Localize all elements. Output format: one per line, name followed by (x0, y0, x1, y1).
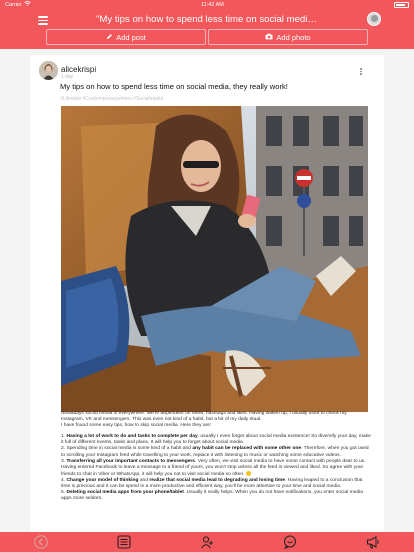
tip-heading: Having a lot of work to do and tasks to … (66, 434, 198, 440)
tip-number: 3. (61, 458, 66, 464)
tip-heading: Transferring all your important contacts… (66, 458, 196, 464)
battery-group (394, 1, 409, 8)
carrier-label: Carrier (5, 1, 22, 8)
page-title: "My tips on how to spend less time on so… (96, 14, 321, 25)
post-photo[interactable] (61, 106, 368, 412)
more-options-icon[interactable] (360, 68, 362, 75)
add-photo-label: Add photo (276, 32, 311, 42)
tip-item: 2. Spending time in social media is some… (61, 446, 371, 458)
add-photo-button[interactable]: Add photo (208, 29, 368, 45)
author-avatar[interactable] (39, 61, 58, 80)
tip-item: 5. Deleting social media apps from your … (61, 490, 371, 502)
post-title: My tips on how to spend less time on soc… (60, 82, 288, 91)
battery-icon (394, 1, 409, 8)
tip-number: 2. (61, 446, 66, 452)
tip-heading: Change your model of thinking (66, 477, 139, 483)
intro-paragraph-2: I have found some easy tips, how to skip… (61, 423, 212, 429)
wifi-icon (24, 1, 31, 8)
tip-heading: Deleting social media apps from your pho… (66, 489, 184, 495)
carrier-group: Carrier (5, 1, 31, 8)
smile-emoji-icon (245, 470, 251, 476)
tip-heading: any habit can be replaced with some othe… (192, 446, 302, 452)
add-user-icon[interactable] (200, 535, 214, 549)
post-card: alicekrispi 1 day My tips on how to spen… (30, 55, 384, 533)
back-icon[interactable] (34, 535, 48, 549)
post-intro: Nowadays social media is everywhere. We'… (61, 411, 371, 429)
feed-icon[interactable] (117, 535, 131, 549)
tip-number: 1. (61, 434, 66, 440)
tip-number: 5. (61, 489, 66, 495)
author-name[interactable]: alicekrispi (61, 65, 96, 74)
menu-icon[interactable] (38, 16, 48, 25)
app-header: "My tips on how to spend less time on so… (0, 9, 414, 49)
tip-text: Spending time in social media is some ki… (66, 446, 193, 452)
post-tags[interactable]: #Lifestyle #Contemporarywriters #Socialm… (60, 96, 163, 102)
tip-item: 1. Having a lot of work to do and tasks … (61, 434, 371, 446)
clock: 11:42 AM (200, 1, 224, 8)
user-avatar[interactable] (367, 12, 381, 26)
chat-icon[interactable] (283, 535, 297, 549)
pencil-icon (106, 33, 113, 42)
post-time: 1 day (61, 74, 74, 80)
tip-heading: realize that social media lead to degrad… (149, 477, 285, 483)
tip-item: 4. Change your model of thinking and rea… (61, 478, 371, 490)
announcement-icon[interactable] (366, 535, 380, 549)
bottom-tab-bar (0, 532, 414, 552)
intro-paragraph-1: Nowadays social media is everywhere. We'… (61, 411, 347, 423)
add-post-button[interactable]: Add post (46, 29, 206, 45)
post-body: Nowadays social media is everywhere. We'… (61, 411, 371, 502)
camera-icon (265, 33, 273, 42)
add-post-label: Add post (116, 32, 146, 42)
tip-text: and (138, 477, 150, 483)
tip-number: 4. (61, 477, 66, 483)
tip-item: 3. Transferring all your important conta… (61, 459, 371, 478)
status-bar: Carrier 11:42 AM (0, 0, 414, 9)
